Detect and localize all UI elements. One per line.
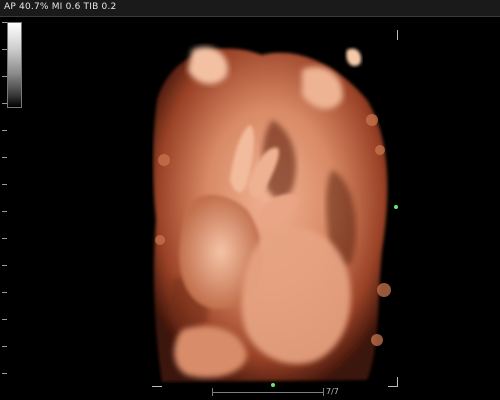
depth-ruler-tick [2, 319, 7, 320]
depth-ruler-tick [2, 76, 7, 77]
acoustic-output-readout: AP 40.7% MI 0.6 TIB 0.2 [4, 2, 117, 12]
grayscale-map-icon [7, 22, 22, 108]
status-bar: AP 40.7% MI 0.6 TIB 0.2 [0, 0, 500, 17]
depth-ruler-tick [2, 238, 7, 239]
ultrasound-display: AP 40.7% MI 0.6 TIB 0.2 7/7 [0, 0, 500, 400]
orientation-marker-right [394, 205, 398, 209]
render-image [152, 30, 397, 386]
depth-ruler-tick [2, 157, 7, 158]
depth-ruler-tick [2, 373, 7, 374]
depth-ruler-tick [2, 49, 7, 50]
depth-ruler-tick [2, 184, 7, 185]
depth-ruler-tick [2, 346, 7, 347]
depth-scale-bar [212, 388, 324, 396]
depth-ruler-tick [2, 130, 7, 131]
depth-ruler-tick [2, 103, 7, 104]
depth-scale-label: 7/7 [326, 387, 339, 396]
orientation-marker-bottom [271, 383, 275, 387]
depth-ruler-tick [2, 265, 7, 266]
3d-render-view[interactable] [152, 30, 397, 386]
depth-ruler-tick [2, 22, 7, 23]
depth-ruler [2, 22, 8, 400]
depth-ruler-tick [2, 211, 7, 212]
depth-ruler-tick [2, 292, 7, 293]
